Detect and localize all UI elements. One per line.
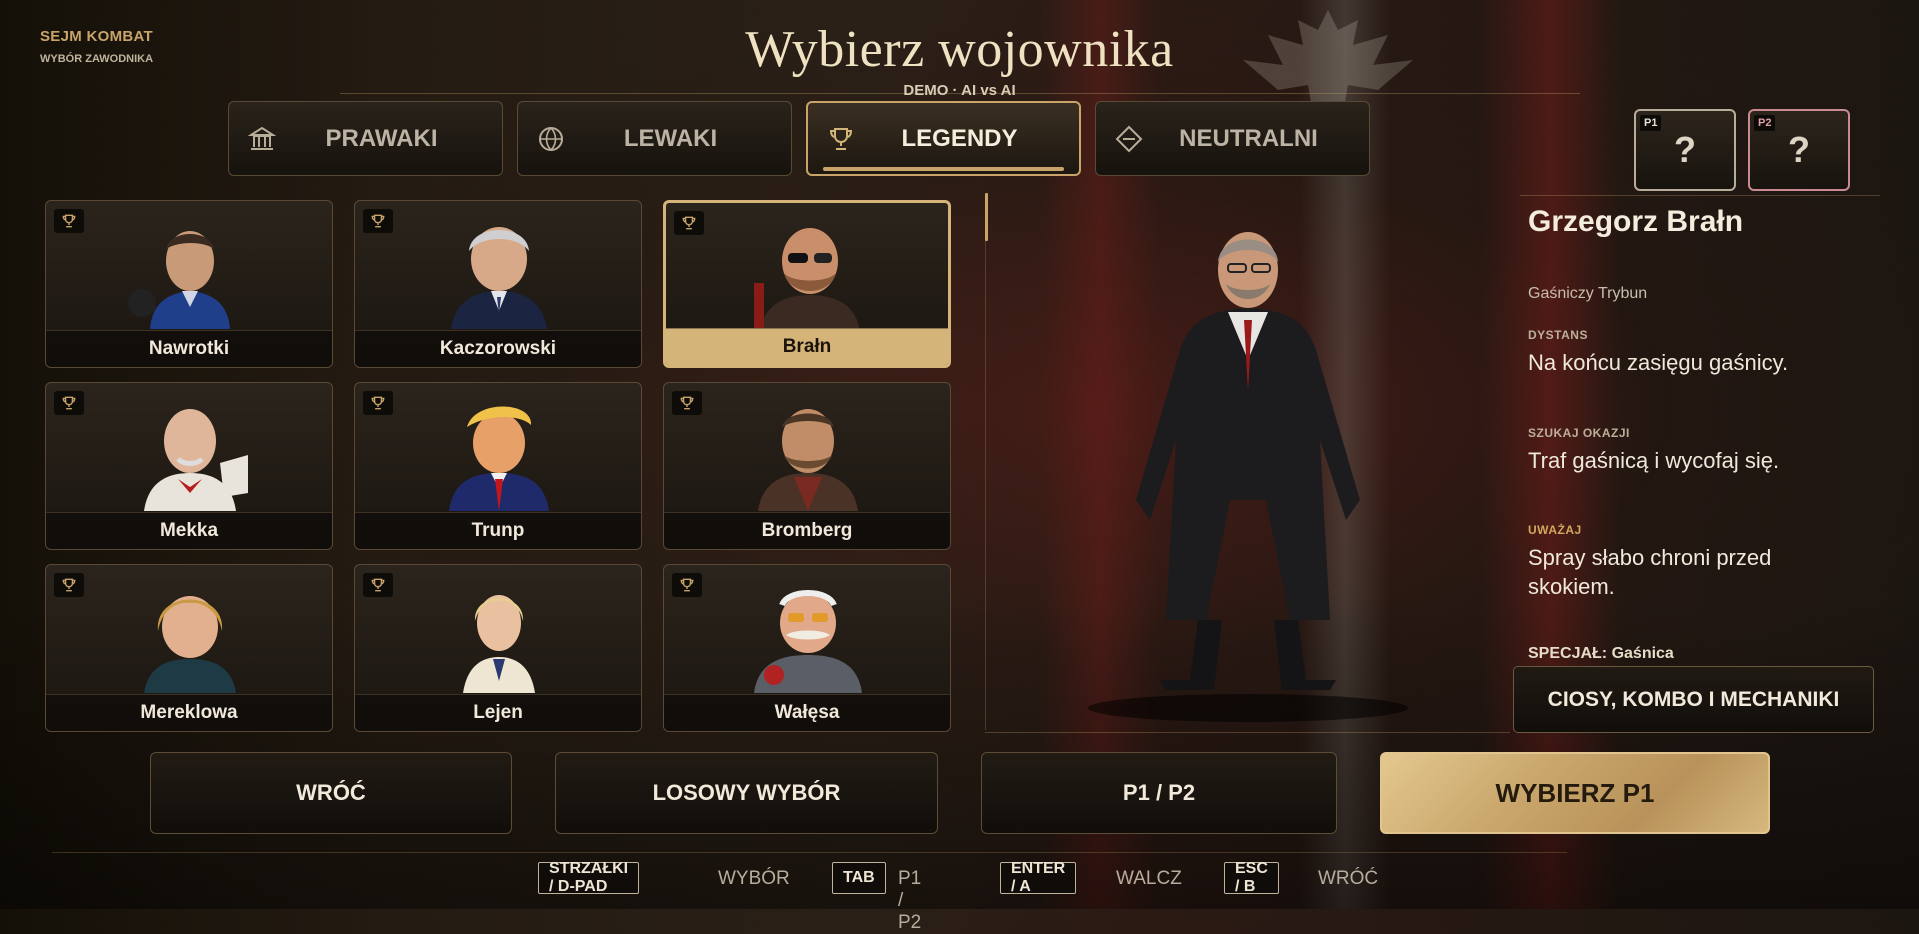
fighter-portrait — [463, 595, 535, 693]
select-p1-button[interactable]: WYBIERZ P1 — [1380, 752, 1770, 834]
tab-lewaki[interactable]: LEWAKI — [517, 101, 792, 176]
hint-action: WYBÓR — [718, 868, 790, 889]
fighter-name: Mereklowa — [46, 694, 332, 731]
tab-label: NEUTRALNI — [1179, 124, 1318, 152]
hint-action: WRÓĆ — [1318, 868, 1379, 889]
hint-key: ESC / B — [1224, 860, 1279, 895]
fighter-name: Nawrotki — [46, 330, 332, 367]
range-label: DYSTANS — [1528, 328, 1588, 342]
warning-label: UWAŻAJ — [1528, 523, 1582, 537]
trophy-icon — [672, 391, 702, 415]
trophy-icon — [363, 209, 393, 233]
fighter-portrait — [128, 231, 230, 329]
fighter-portrait — [449, 406, 549, 511]
divider — [1520, 195, 1880, 196]
trophy-icon — [816, 125, 866, 153]
stage-divider — [985, 195, 986, 730]
globe-icon — [526, 125, 576, 153]
fighter-preview — [1088, 232, 1408, 722]
building-columns-icon — [237, 125, 287, 153]
warning-text: Spray słabo chroni przed skokiem. — [1528, 545, 1772, 599]
hint-action: P1 / P2 — [898, 868, 922, 933]
mode-label: DEMO · AI vs AI — [903, 82, 1016, 99]
opportunity-text: Traf gaśnicą i wycofaj się. — [1528, 448, 1780, 473]
fighter-card-kaczorowski[interactable]: Kaczorowski — [354, 200, 642, 368]
trophy-icon — [674, 211, 704, 235]
slot-value: ? — [1788, 129, 1810, 170]
divider — [52, 852, 1567, 853]
fighter-portrait — [754, 228, 860, 331]
hint-action: WALCZ — [1116, 868, 1182, 889]
range-text: Na końcu zasięgu gaśnicy. — [1528, 350, 1789, 375]
tab-neutralni[interactable]: NEUTRALNI — [1095, 101, 1370, 176]
fighter-card-walesa[interactable]: Wałęsa — [663, 564, 951, 732]
fighter-portrait — [451, 227, 547, 329]
trophy-icon — [54, 391, 84, 415]
fighter-subtitle: Gaśniczy Trybun — [1528, 285, 1648, 302]
stage-floor — [985, 732, 1510, 733]
tab-label: LEGENDY — [901, 124, 1018, 152]
player1-slot[interactable]: P1 ? — [1634, 109, 1736, 191]
fighter-name: Wałęsa — [664, 694, 950, 731]
trophy-icon — [363, 573, 393, 597]
tab-prawaki[interactable]: PRAWAKI — [228, 101, 503, 176]
fighter-card-nawrotki[interactable]: Nawrotki — [45, 200, 333, 368]
trophy-icon — [363, 391, 393, 415]
fighter-portrait — [754, 590, 862, 693]
tab-legendy[interactable]: LEGENDY — [806, 101, 1081, 176]
hint-key: TAB — [832, 862, 886, 894]
player2-slot[interactable]: P2 ? — [1748, 109, 1850, 191]
tab-label: PRAWAKI — [325, 124, 438, 152]
fighter-details: Grzegorz Brałn Gaśniczy Trybun DYSTANS N… — [1528, 205, 1888, 662]
fighter-name: Brałn — [666, 328, 948, 365]
hint-key: ENTER / A — [1000, 860, 1077, 895]
fighter-card-trunp[interactable]: Trunp — [354, 382, 642, 550]
fighter-portrait — [144, 596, 236, 693]
fighter-card-mereklowa[interactable]: Mereklowa — [45, 564, 333, 732]
trophy-icon — [672, 573, 702, 597]
fighter-card-lejen[interactable]: Lejen — [354, 564, 642, 732]
fighter-portrait — [758, 409, 858, 511]
moves-combos-button[interactable]: CIOSY, KOMBO I MECHANIKI — [1513, 666, 1874, 733]
special-move: SPECJAŁ: Gaśnica — [1528, 645, 1674, 662]
fighter-card-bromberg[interactable]: Bromberg — [663, 382, 951, 550]
hint-key: STRZAŁKI / D-PAD — [538, 860, 640, 895]
opportunity-label: SZUKAJ OKAZJI — [1528, 426, 1630, 440]
fighter-name: Mekka — [46, 512, 332, 549]
diamond-icon — [1104, 125, 1154, 153]
fighter-card-mekka[interactable]: Mekka — [45, 382, 333, 550]
tab-label: LEWAKI — [623, 124, 718, 152]
fighter-name: Bromberg — [664, 512, 950, 549]
slot-value: ? — [1674, 129, 1696, 170]
fighter-name: Kaczorowski — [355, 330, 641, 367]
fighter-name: Lejen — [355, 694, 641, 731]
fighter-name: Trunp — [355, 512, 641, 549]
page-title: Wybierz wojownika — [745, 21, 1174, 78]
back-button[interactable]: WRÓĆ — [150, 752, 512, 834]
player-switch-button[interactable]: P1 / P2 — [981, 752, 1337, 834]
fighter-full-name: Grzegorz Brałn — [1528, 205, 1744, 238]
fighter-portrait — [144, 409, 248, 511]
random-pick-button[interactable]: LOSOWY WYBÓR — [555, 752, 938, 834]
trophy-icon — [54, 573, 84, 597]
fighter-card-braln[interactable]: Brałn — [663, 200, 951, 368]
trophy-icon — [54, 209, 84, 233]
